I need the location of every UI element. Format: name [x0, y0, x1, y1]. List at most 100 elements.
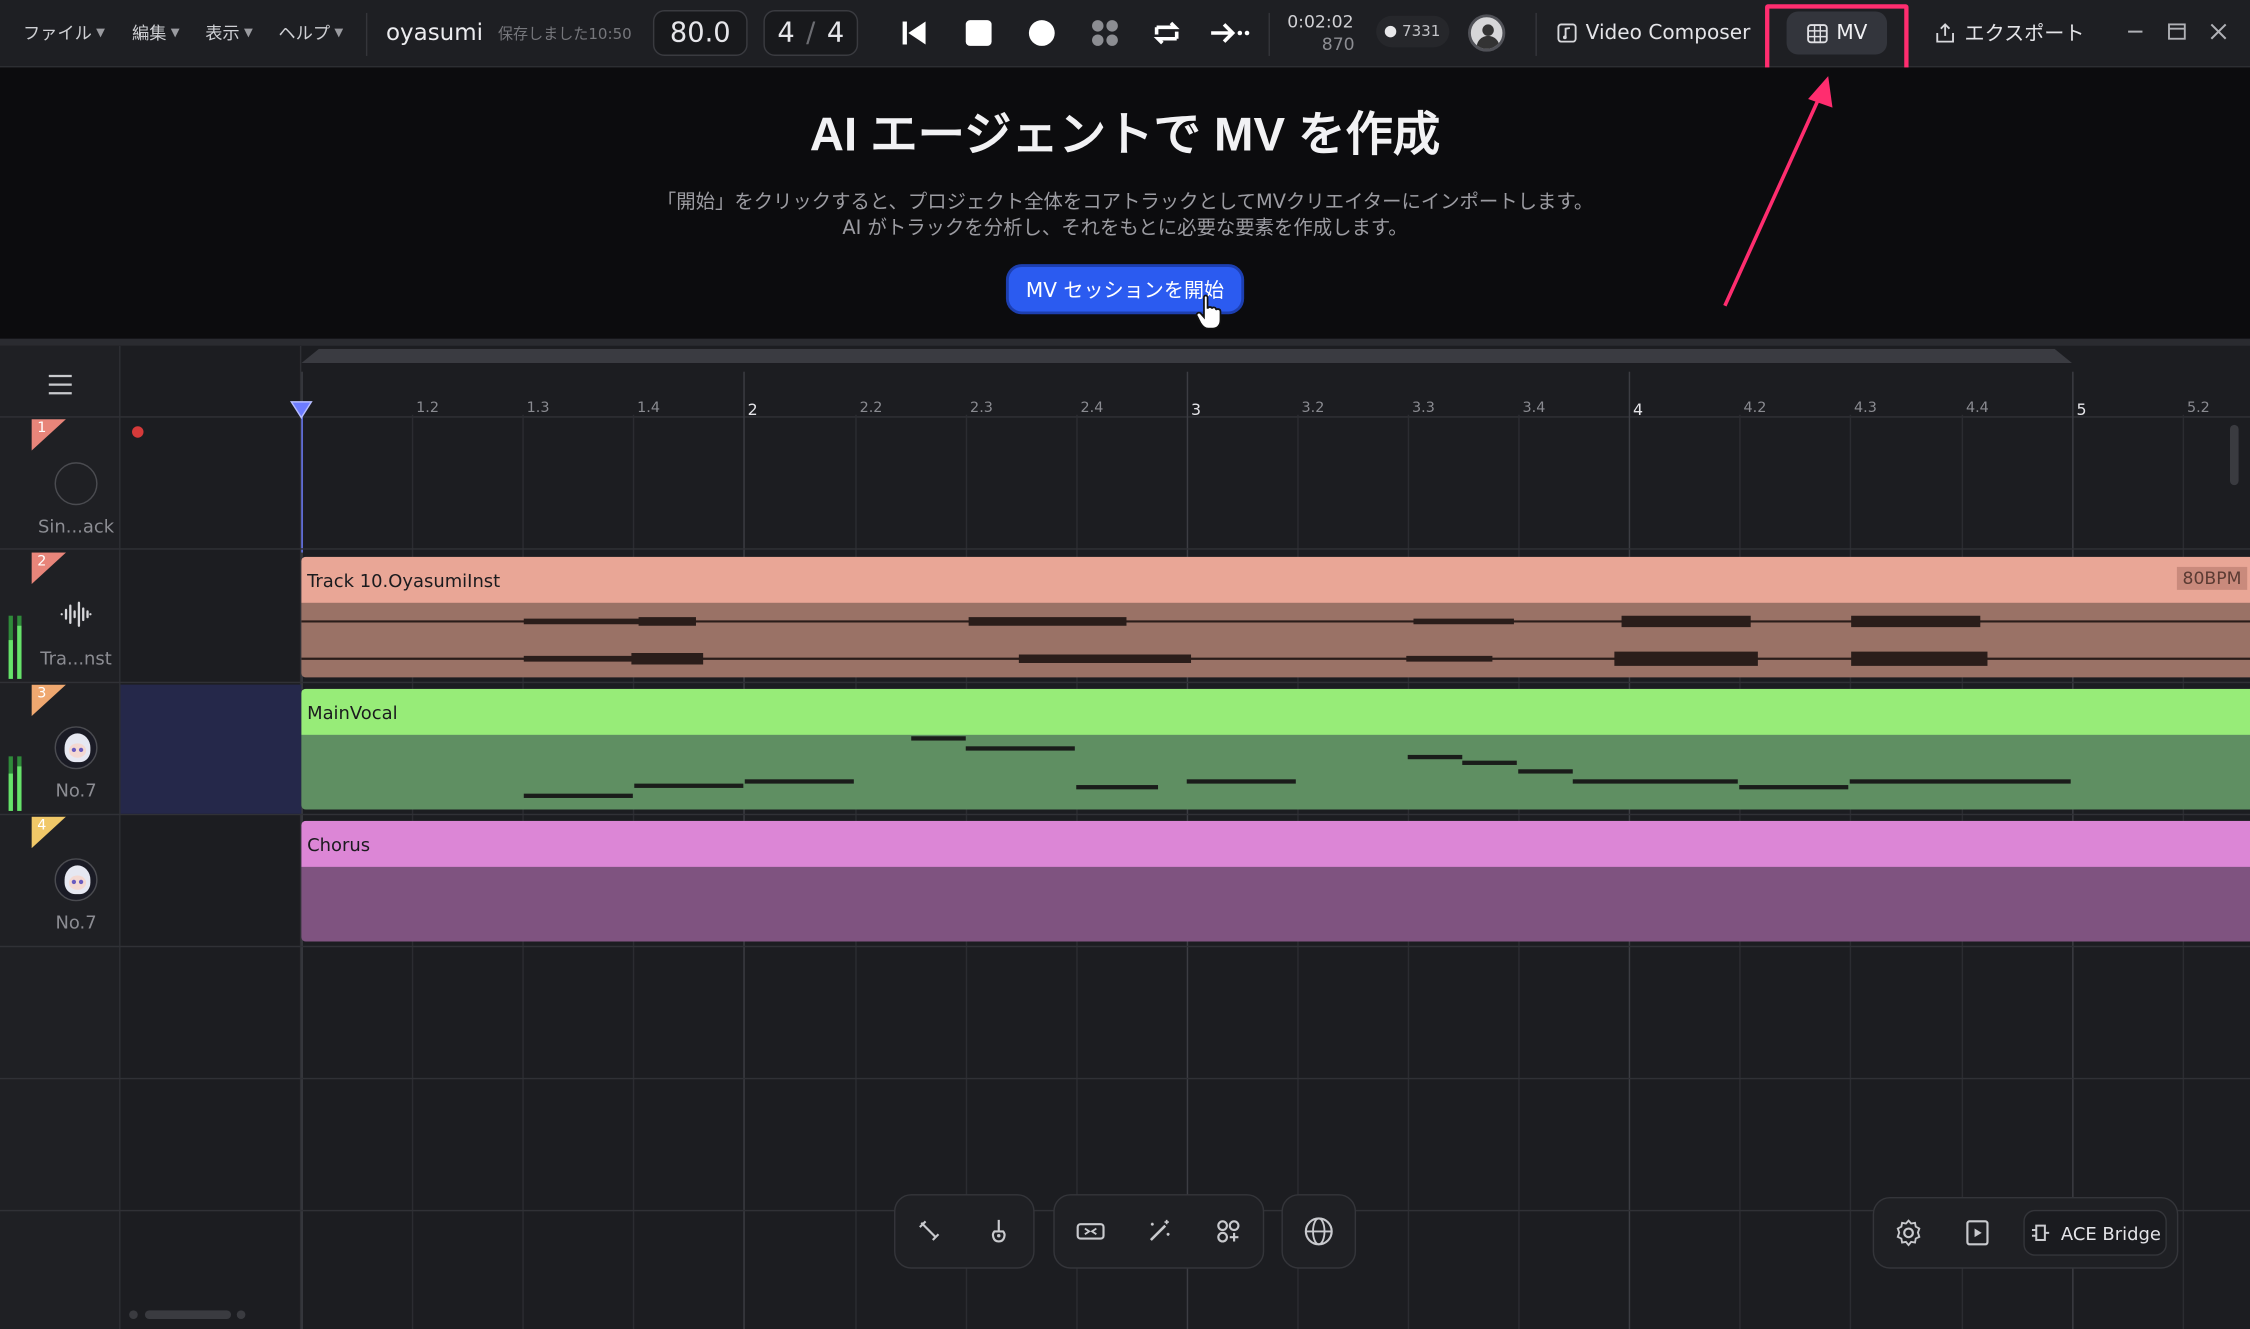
minimize-icon — [2128, 30, 2143, 33]
clip-title: MainVocal — [307, 701, 398, 724]
user-avatar[interactable] — [1468, 14, 1506, 52]
ruler-tick-label: 1.3 — [526, 400, 550, 417]
audio-waveform-icon — [60, 601, 92, 627]
caret-down-icon: ▼ — [243, 25, 253, 39]
settings-button[interactable] — [1874, 1218, 1943, 1247]
brush-icon — [919, 1220, 940, 1241]
ace-bridge-button[interactable]: ACE Bridge — [2023, 1209, 2167, 1256]
stop-icon — [965, 20, 992, 46]
caret-down-icon: ▼ — [334, 25, 344, 39]
ruler-tick-label: 1.2 — [416, 400, 439, 417]
ruler-tick-label: 2.2 — [859, 400, 883, 417]
singer-avatar[interactable] — [54, 726, 98, 770]
export-label: エクスポート — [1964, 22, 2085, 46]
ruler-tick-label: 3.3 — [1412, 400, 1435, 417]
loop-range-bar[interactable] — [301, 348, 2073, 364]
time-ticks: 870 — [1321, 34, 1355, 55]
project-name[interactable]: oyasumi — [386, 19, 483, 46]
add-apps-button[interactable] — [1214, 1217, 1243, 1246]
midi-clip-chorus[interactable]: Chorus — [301, 820, 2250, 942]
video-composer-button[interactable]: Video Composer — [1557, 17, 1750, 49]
arrow-right-icon — [1211, 23, 1250, 43]
track-menu-button[interactable] — [43, 369, 77, 401]
singer-avatar[interactable] — [54, 858, 98, 902]
panel-divider — [0, 338, 2250, 346]
export-button[interactable]: エクスポート — [1934, 17, 2084, 49]
credits-badge[interactable]: 7331 — [1376, 15, 1449, 48]
arrangement-editor: 1.2 1.3 1.4 2 2.2 2.3 2.4 3 3.2 3.3 3.4 4 4.2 4.3 4.4 5… — [0, 345, 2250, 1329]
empty-row — [0, 947, 2250, 1080]
ruler-tick-label: 4 — [1633, 400, 1644, 420]
music-note-icon — [1557, 23, 1577, 43]
playhead-marker-icon[interactable] — [289, 400, 313, 419]
magic-wand-button[interactable] — [1146, 1217, 1175, 1246]
video-preview-button[interactable] — [1943, 1218, 2012, 1247]
close-icon — [2210, 23, 2227, 40]
loop-button[interactable] — [1148, 14, 1185, 51]
level-meter-fill — [8, 773, 13, 811]
clip-header: Chorus — [301, 820, 2250, 867]
credits-value: 7331 — [1401, 22, 1441, 41]
maximize-button[interactable] — [2164, 19, 2190, 45]
menu-file[interactable]: ファイル ▼ — [23, 20, 105, 44]
mv-hero-panel: AI エージェントで MV を作成 「開始」をクリックすると、プロジェクト全体を… — [0, 67, 2250, 339]
menu-view[interactable]: 表示 ▼ — [205, 20, 253, 44]
midi-clip-vocal[interactable]: MainVocal — [301, 688, 2250, 810]
app-window: ファイル ▼ 編集 ▼ 表示 ▼ ヘルプ ▼ oyasumi 保存しました10:50 8… — [0, 0, 2250, 1329]
tool-group-edit — [894, 1194, 1035, 1269]
top-toolbar: ファイル ▼ 編集 ▼ 表示 ▼ ヘルプ ▼ oyasumi 保存しました10:50 8… — [0, 0, 2250, 72]
record-button[interactable] — [1023, 16, 1060, 50]
clip-header: MainVocal — [301, 688, 2250, 735]
divider — [365, 12, 368, 56]
level-meter-fill — [17, 625, 22, 679]
metronome-button[interactable] — [1086, 16, 1123, 50]
record-arm-icon[interactable] — [132, 426, 144, 438]
hand-cursor-icon — [1195, 294, 1222, 330]
track-name[interactable]: No.7 — [32, 911, 121, 933]
menu-edit[interactable]: 編集 ▼ — [132, 20, 180, 44]
hero-title: AI エージェントで MV を作成 — [809, 107, 1441, 161]
close-button[interactable] — [2206, 19, 2232, 45]
track-name[interactable]: Tra...nst — [32, 647, 121, 669]
instrument-tool-button[interactable] — [984, 1217, 1013, 1246]
ruler-tick-label: 2 — [747, 400, 758, 420]
stop-button[interactable] — [960, 16, 997, 50]
ts-separator: / — [806, 17, 816, 49]
ts-denominator: 4 — [826, 17, 845, 49]
film-icon — [1806, 23, 1828, 43]
ai-convert-button[interactable] — [1075, 1218, 1107, 1244]
mv-label: MV — [1836, 21, 1868, 45]
track-avatar-empty[interactable] — [54, 462, 98, 506]
annotation-arrow-icon — [1723, 76, 1833, 307]
scroll-dot — [236, 1310, 246, 1319]
video-icon — [1966, 1220, 1989, 1246]
track-name[interactable]: Sin...ack — [32, 515, 121, 537]
rewind-button[interactable] — [895, 16, 932, 50]
horizontal-scrollbar[interactable] — [144, 1310, 232, 1319]
menu-help[interactable]: ヘルプ ▼ — [278, 20, 343, 44]
follow-button[interactable] — [1207, 14, 1256, 51]
mv-button[interactable]: MV — [1786, 11, 1888, 55]
audio-clip-inst[interactable]: Track 10.OyasumiInst 80BPM — [301, 556, 2250, 678]
gear-icon — [1896, 1219, 1921, 1247]
hero-description-2: AI がトラックを分析し、それをもとに必要な要素を作成します。 — [842, 216, 1408, 240]
menu-label: ヘルプ — [278, 22, 331, 44]
ruler-tick-label: 3 — [1191, 400, 1202, 420]
tempo-input[interactable]: 80.0 — [652, 10, 748, 56]
minimize-button[interactable] — [2122, 19, 2148, 45]
time-signature-input[interactable]: 4 / 4 — [763, 10, 859, 56]
ruler-tick-label: 4.2 — [1743, 400, 1767, 417]
clip-header: Track 10.OyasumiInst — [301, 556, 2250, 603]
scroll-dot — [129, 1310, 138, 1319]
swap-icon — [1076, 1223, 1105, 1240]
pencil-tool-button[interactable] — [916, 1217, 945, 1246]
clip-title: Track 10.OyasumiInst — [307, 569, 501, 592]
vertical-scrollbar[interactable] — [2229, 424, 2239, 486]
globe-icon — [1304, 1217, 1333, 1246]
track-name[interactable]: No.7 — [32, 779, 121, 801]
ruler-tick-label: 4.3 — [1854, 400, 1877, 417]
web-button[interactable] — [1303, 1216, 1335, 1248]
timeline-ruler[interactable] — [120, 363, 2250, 418]
apps-add-icon — [1217, 1220, 1240, 1243]
hamburger-icon — [48, 374, 72, 395]
